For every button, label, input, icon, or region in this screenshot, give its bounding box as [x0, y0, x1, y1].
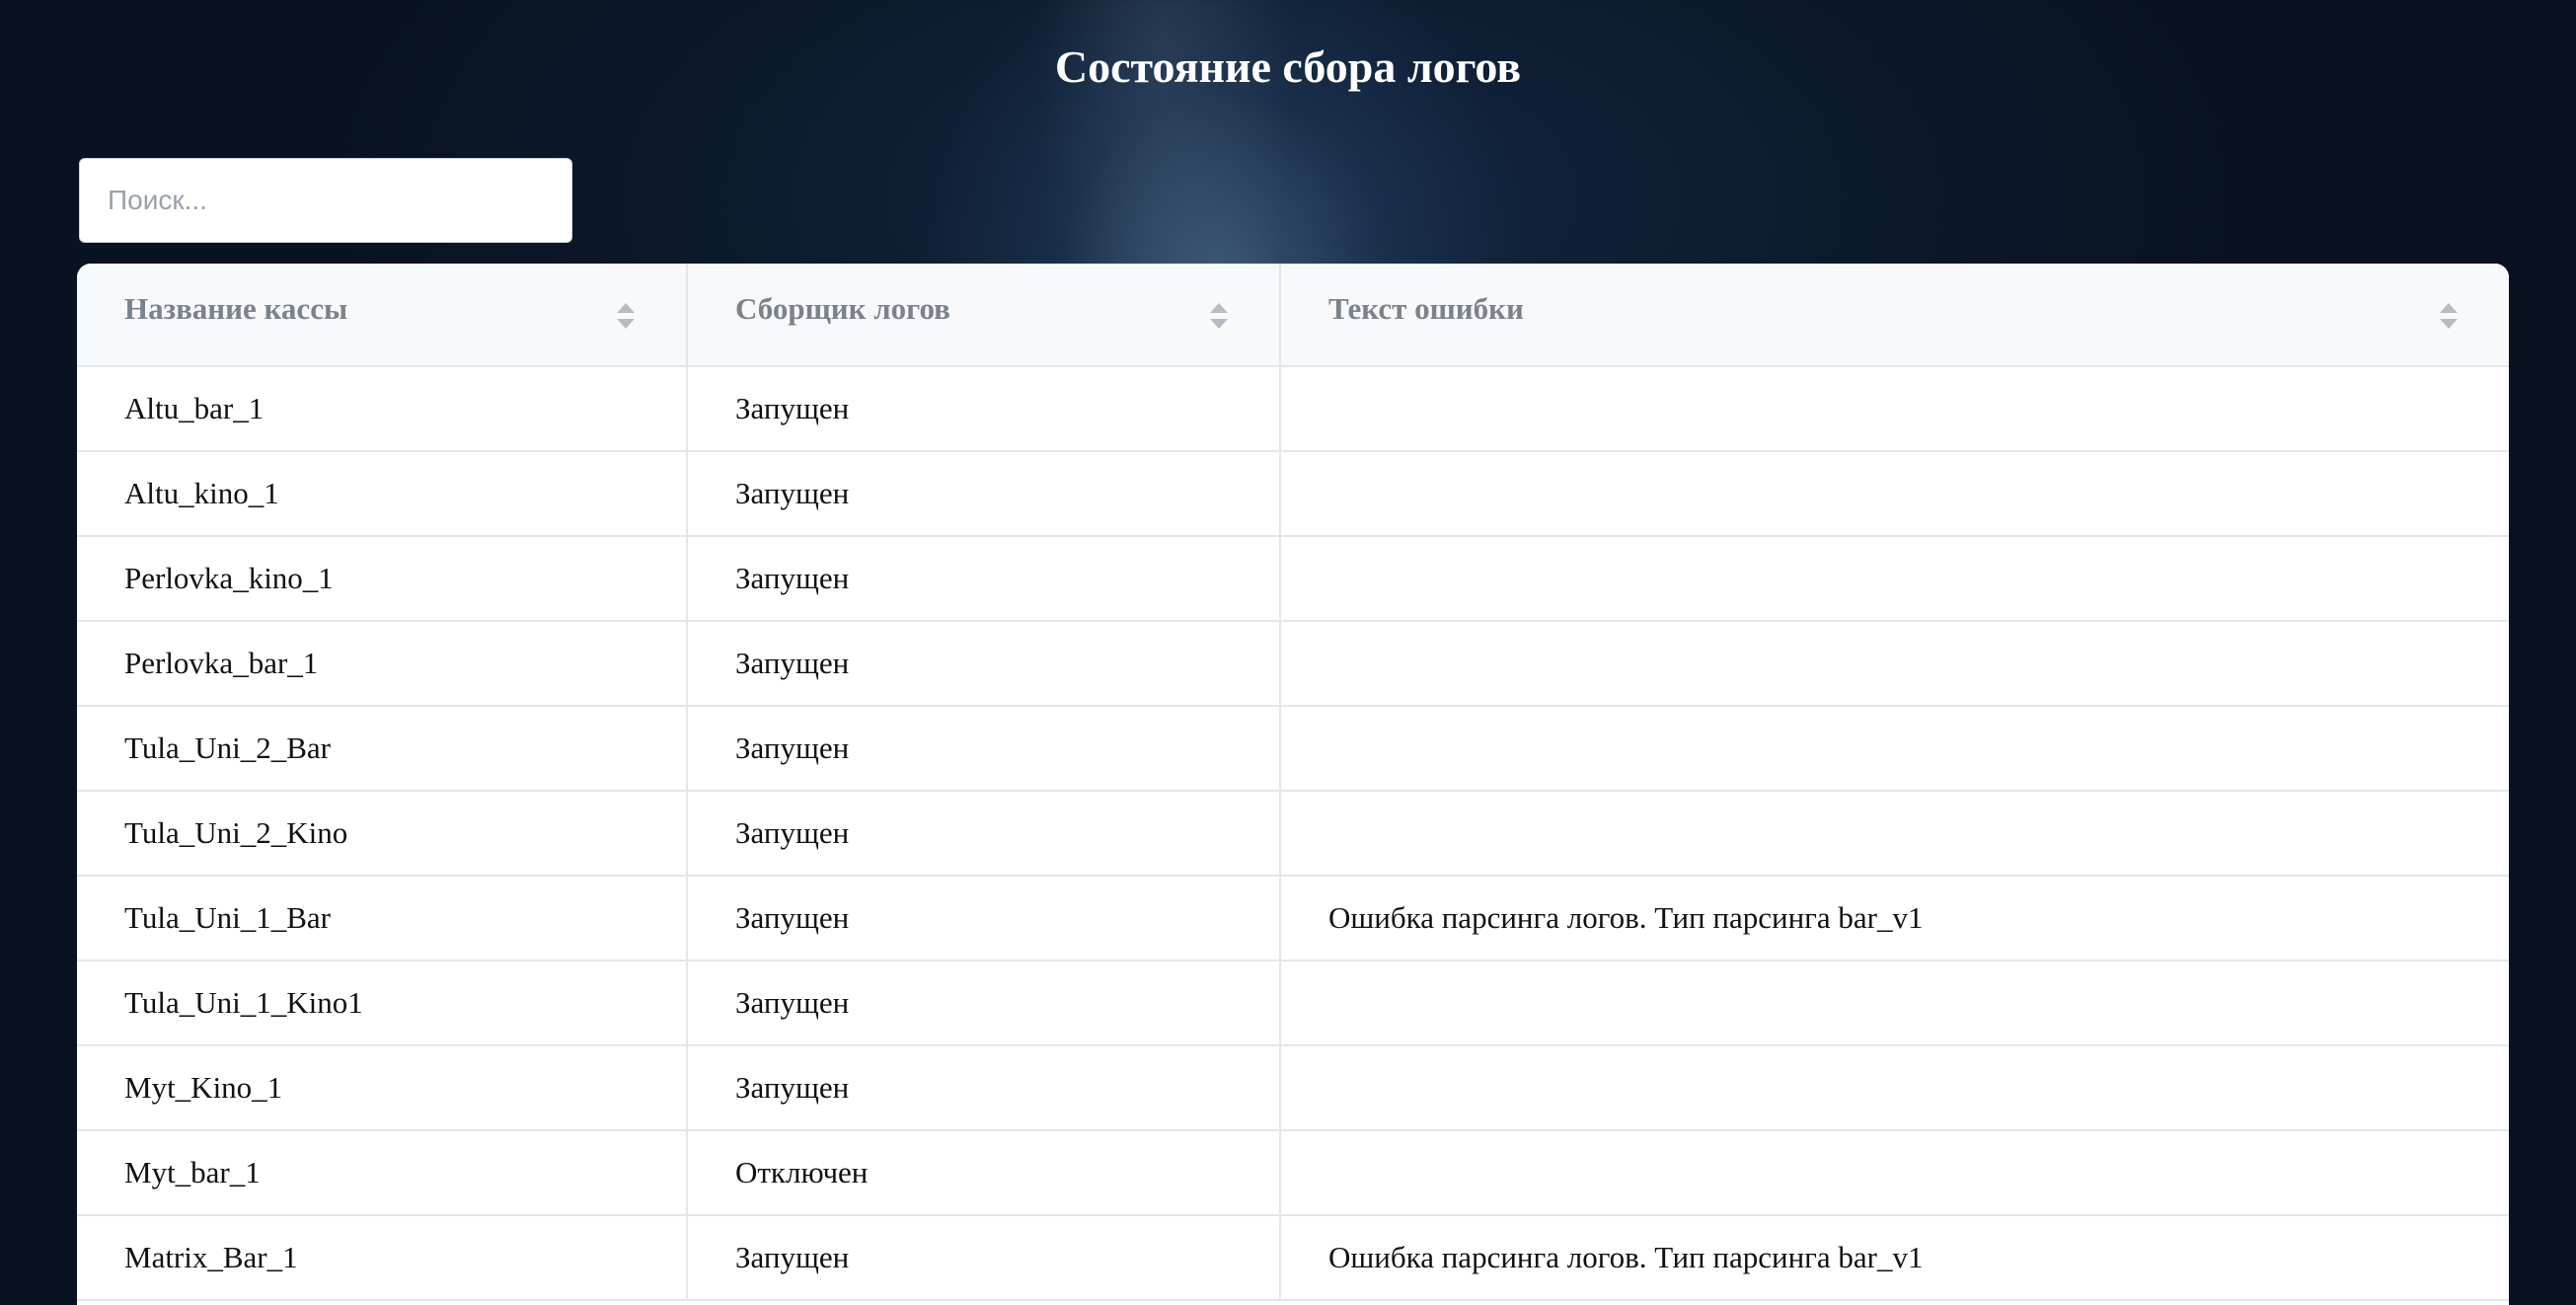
table-row[interactable]: Tula_Uni_1_Bar Запущен Ошибка парсинга л… — [77, 876, 2509, 961]
table-header: Название кассы Сборщик логов Текст ошибк… — [77, 264, 2509, 367]
cell-register-name: Tula_Uni_1_Bar — [77, 876, 688, 961]
cell-register-name: Tula_Uni_2_Bar — [77, 706, 688, 792]
cell-error-text — [1280, 960, 2509, 1046]
search-container — [79, 158, 572, 243]
cell-error-text — [1280, 366, 2509, 452]
cell-error-text — [1280, 1045, 2509, 1131]
cell-collector-status: Запущен — [687, 876, 1281, 961]
cell-error-text — [1280, 706, 2509, 792]
column-header-label: Название кассы — [124, 291, 348, 326]
cell-collector-status: Запущен — [687, 451, 1281, 537]
cell-collector-status: Запущен — [687, 1215, 1281, 1301]
cell-register-name: Myt_bar_1 — [77, 1130, 688, 1216]
header-row: Название кассы Сборщик логов Текст ошибк… — [77, 264, 2509, 367]
cell-collector-status: Запущен — [687, 366, 1281, 452]
cell-error-text: Ошибка парсинга логов. Тип парсинга bar_… — [1280, 1215, 2509, 1301]
sort-icon[interactable] — [1208, 301, 1230, 331]
table-row[interactable]: Tula_Uni_1_Kino1 Запущен — [77, 960, 2509, 1046]
cell-register-name: Tula_Uni_1_Kino1 — [77, 960, 688, 1046]
cell-register-name: Altu_kino_1 — [77, 451, 688, 537]
table-row[interactable]: Tula_Uni_2_Kino Запущен — [77, 791, 2509, 877]
table-row[interactable]: Tula_Uni_2_Bar Запущен — [77, 706, 2509, 792]
cell-collector-status: Отключен — [687, 1130, 1281, 1216]
cell-error-text — [1280, 1130, 2509, 1216]
table-row[interactable]: Perlovka_kino_1 Запущен — [77, 536, 2509, 622]
cell-collector-status: Запущен — [687, 791, 1281, 877]
cell-error-text — [1280, 451, 2509, 537]
column-header-label: Сборщик логов — [735, 291, 950, 326]
cell-register-name: Altu_bar_1 — [77, 366, 688, 452]
cell-register-name: Matrix_Bar_1 — [77, 1215, 688, 1301]
sort-icon[interactable] — [615, 301, 637, 331]
sort-icon[interactable] — [2438, 301, 2460, 331]
cell-register-name: Tula_Uni_2_Kino — [77, 791, 688, 877]
cell-collector-status: Запущен — [687, 706, 1281, 792]
table-row[interactable]: Altu_kino_1 Запущен — [77, 451, 2509, 537]
table-row[interactable]: Matrix_Bar_1 Запущен Ошибка парсинга лог… — [77, 1215, 2509, 1301]
column-header-register-name[interactable]: Название кассы — [77, 264, 688, 367]
cell-collector-status: Запущен — [687, 536, 1281, 622]
logs-table-card: Название кассы Сборщик логов Текст ошибк… — [77, 264, 2509, 1305]
logs-table: Название кассы Сборщик логов Текст ошибк… — [77, 264, 2509, 1301]
cell-collector-status: Запущен — [687, 1045, 1281, 1131]
cell-error-text — [1280, 791, 2509, 877]
table-row[interactable]: Altu_bar_1 Запущен — [77, 366, 2509, 452]
table-body: Altu_bar_1 Запущен Altu_kino_1 Запущен P… — [77, 366, 2509, 1301]
cell-collector-status: Запущен — [687, 960, 1281, 1046]
table-row[interactable]: Myt_Kino_1 Запущен — [77, 1045, 2509, 1131]
column-header-error-text[interactable]: Текст ошибки — [1280, 264, 2509, 367]
page-title: Состояние сбора логов — [1054, 41, 1522, 92]
cell-register-name: Myt_Kino_1 — [77, 1045, 688, 1131]
table-row[interactable]: Perlovka_bar_1 Запущен — [77, 621, 2509, 707]
table-row[interactable]: Myt_bar_1 Отключен — [77, 1130, 2509, 1216]
cell-error-text — [1280, 536, 2509, 622]
search-input[interactable] — [79, 158, 572, 243]
cell-register-name: Perlovka_kino_1 — [77, 536, 688, 622]
cell-register-name: Perlovka_bar_1 — [77, 621, 688, 707]
cell-collector-status: Запущен — [687, 621, 1281, 707]
cell-error-text — [1280, 621, 2509, 707]
column-header-label: Текст ошибки — [1328, 291, 1524, 326]
column-header-log-collector[interactable]: Сборщик логов — [687, 264, 1281, 367]
cell-error-text: Ошибка парсинга логов. Тип парсинга bar_… — [1280, 876, 2509, 961]
